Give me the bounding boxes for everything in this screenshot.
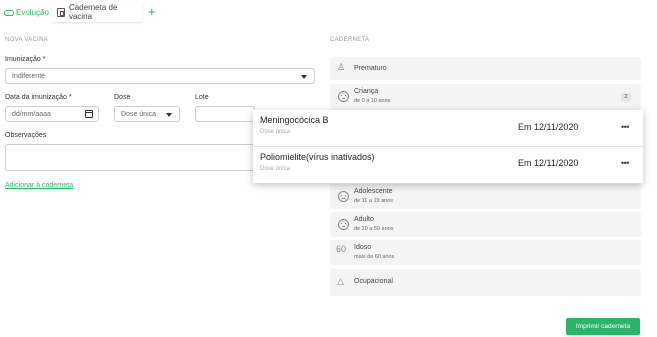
dose-select[interactable]: Dose única (114, 106, 180, 122)
data-imunizacao-placeholder: dd/mm/aaaa (12, 110, 51, 118)
caderneta-item-crianca[interactable]: Criança de 0 a 10 anos 2 (330, 84, 641, 110)
tab-evolucao-label: Evolução (16, 8, 49, 17)
more-options-icon[interactable]: ••• (621, 158, 629, 168)
imunizacao-label: Imunização * (5, 56, 46, 63)
imunizacao-select[interactable]: Indiferente (5, 68, 315, 84)
imunizacao-value: Indiferente (12, 72, 46, 80)
adult-face-icon (338, 219, 349, 230)
caderneta-item-ocupacional[interactable]: △ Ocupacional (330, 269, 641, 296)
dose-label: Dose (114, 94, 131, 101)
tab-caderneta-de-vacina[interactable]: Caderneta de vacina (52, 2, 142, 22)
more-options-icon[interactable]: ••• (621, 122, 629, 132)
vaccine-name: Poliomielite(vírus inativados) (260, 152, 375, 162)
calendar-icon[interactable] (85, 110, 93, 118)
evolution-icon (4, 9, 14, 16)
vaccine-popup: Meningocócica B Dose única Em 12/11/2020… (253, 110, 643, 183)
tab-bar: Evolução Caderneta de vacina + (0, 0, 657, 26)
count-badge: 2 (621, 93, 631, 102)
dose-value: Dose única (121, 110, 157, 118)
caderneta-item-subtitle: de 0 a 10 anos (354, 98, 391, 104)
caderneta-item-prematuro[interactable]: ♙ Prematuro (330, 57, 641, 80)
caderneta-item-subtitle: de 20 a 59 anos (354, 226, 394, 232)
caderneta-item-idoso[interactable]: 60 Idoso mais de 60 anos (330, 240, 641, 265)
lote-input[interactable] (195, 106, 255, 122)
caderneta-item-title: Adulto (354, 216, 374, 223)
vaccine-row[interactable]: Poliomielite(vírus inativados) Dose únic… (253, 147, 643, 183)
tab-evolucao[interactable]: Evolução (4, 4, 49, 21)
notebook-icon (57, 7, 65, 17)
caderneta-item-adolescente[interactable]: Adolescente de 11 a 19 anos (330, 184, 641, 209)
tab-caderneta-label: Caderneta de vacina (68, 3, 118, 21)
caderneta-item-title: Prematuro (354, 65, 387, 72)
observacoes-label: Observações (5, 132, 47, 139)
caderneta-title: CADERNETA (330, 37, 370, 43)
vaccine-row[interactable]: Meningocócica B Dose única Em 12/11/2020… (253, 110, 643, 146)
lote-label: Lote (195, 94, 209, 101)
caderneta-item-title: Idoso (354, 244, 372, 251)
data-imunizacao-label: Data da imunização * (5, 94, 72, 101)
observacoes-textarea[interactable] (5, 144, 255, 171)
caderneta-item-subtitle: mais de 60 anos (354, 254, 395, 260)
adicionar-caderneta-link[interactable]: Adicionar à caderneta (5, 182, 73, 189)
caderneta-item-subtitle: de 11 a 19 anos (354, 198, 394, 204)
vaccine-date: Em 12/11/2020 (518, 158, 579, 168)
helmet-icon: △ (337, 276, 344, 286)
vaccine-dose: Dose única (260, 166, 291, 172)
imprimir-caderneta-button[interactable]: Imprimir caderneta (566, 318, 640, 335)
child-face-icon (338, 91, 349, 102)
vaccine-name: Meningocócica B (260, 115, 329, 125)
nova-vacina-title: NOVA VACINA (5, 37, 49, 43)
teen-face-icon (338, 191, 349, 202)
caderneta-item-adulto[interactable]: Adulto de 20 a 59 anos (330, 212, 641, 237)
caderneta-item-title: Adolescente (354, 188, 393, 195)
baby-icon: ♙ (337, 62, 346, 72)
chevron-down-icon (301, 75, 307, 79)
chevron-down-icon (166, 113, 172, 117)
vaccine-dose: Dose única (260, 129, 291, 135)
caderneta-item-title: Criança (354, 88, 379, 95)
vaccine-date: Em 12/11/2020 (518, 122, 579, 132)
elder-icon: 60 (336, 244, 347, 254)
data-imunizacao-input[interactable]: dd/mm/aaaa (5, 106, 99, 122)
add-tab-button[interactable]: + (148, 3, 156, 20)
caderneta-item-title: Ocupacional (354, 278, 393, 285)
